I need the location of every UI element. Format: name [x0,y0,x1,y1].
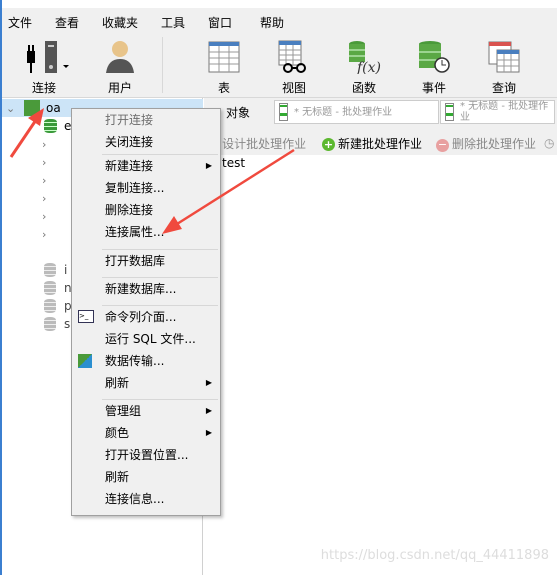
red-arrow-icon [9,108,44,158]
watermark: https://blog.csdn.net/qq_44411898 [320,548,549,563]
annotation-arrows [9,108,295,234]
red-arrow-icon [162,148,295,234]
